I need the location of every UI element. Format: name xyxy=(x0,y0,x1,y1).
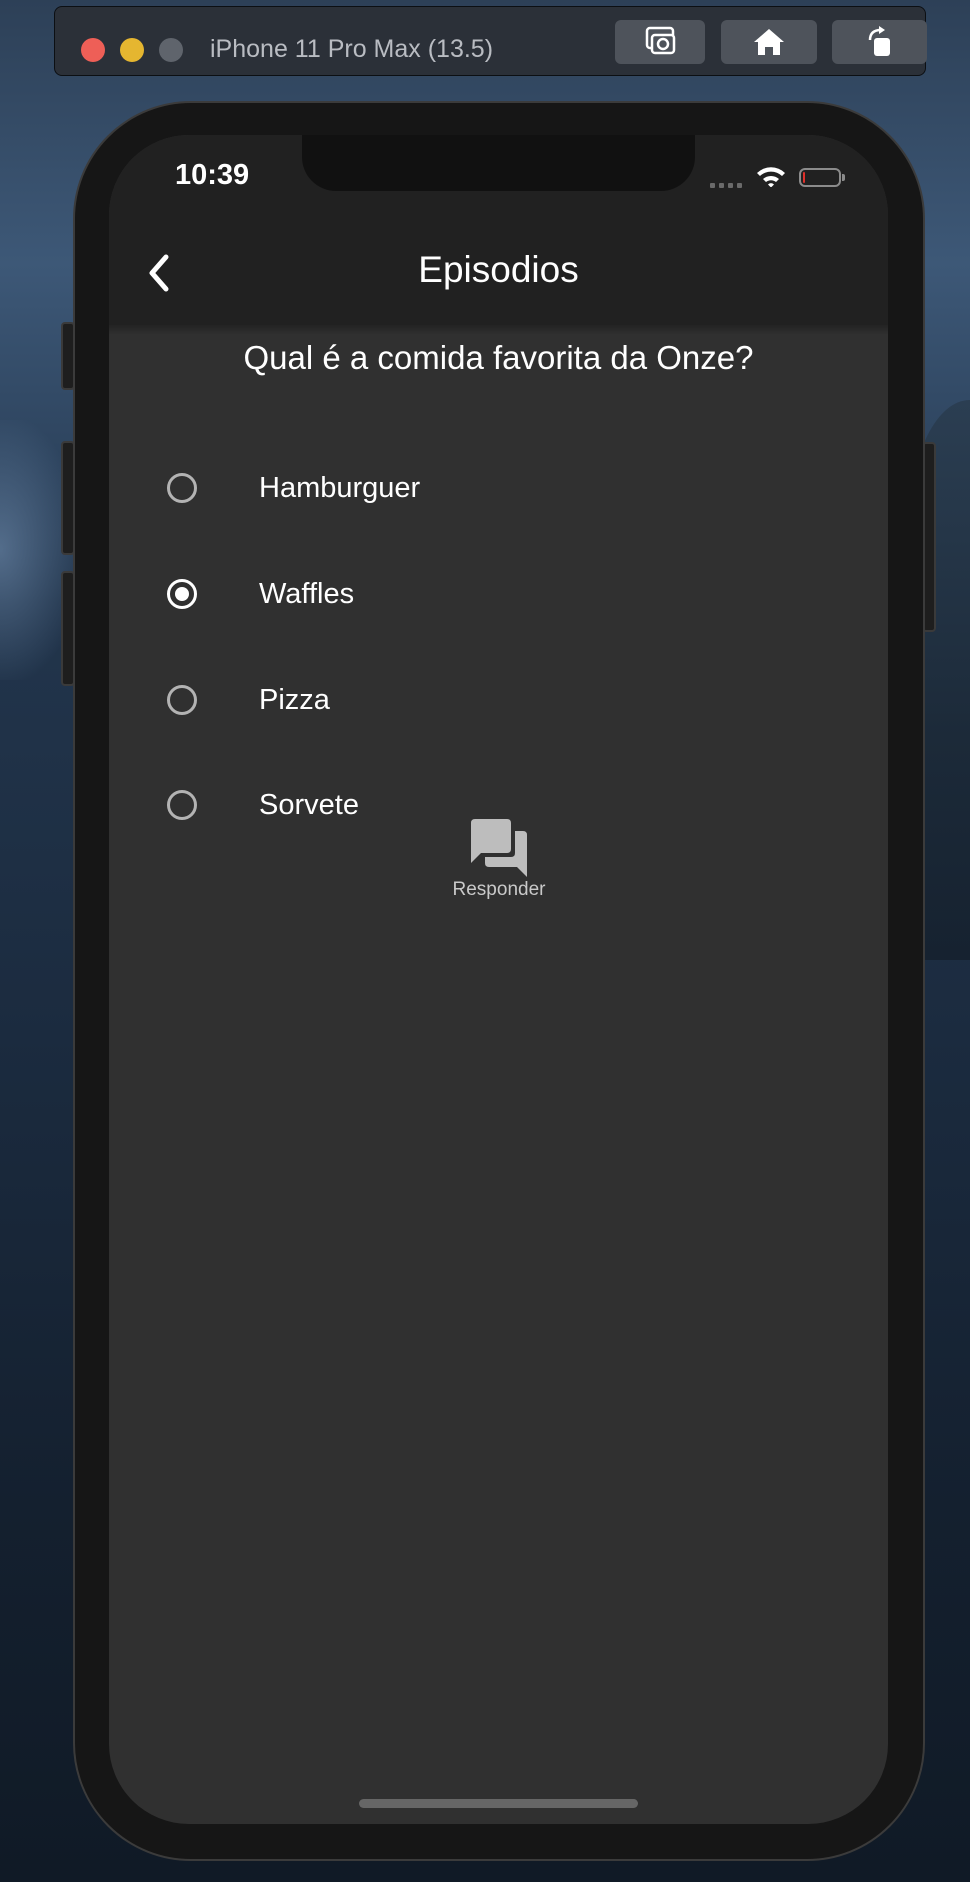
screenshot-button[interactable] xyxy=(615,20,705,64)
quiz-question: Qual é a comida favorita da Onze? xyxy=(243,339,754,376)
radio-button[interactable] xyxy=(167,790,197,820)
option-hamburguer[interactable]: Hamburguer xyxy=(139,445,829,531)
rotate-icon xyxy=(868,26,890,56)
rotate-button[interactable] xyxy=(832,20,927,64)
radio-button-selected[interactable] xyxy=(167,579,197,609)
home-button[interactable] xyxy=(721,20,817,64)
option-label: Hamburguer xyxy=(259,471,421,504)
battery-level xyxy=(803,172,805,183)
answer-button[interactable]: Responder xyxy=(433,815,565,915)
phone-screen: 10:39 Episodios Qual é a comida favorita… xyxy=(109,135,888,1824)
option-pizza[interactable]: Pizza xyxy=(139,657,829,743)
window-zoom-button[interactable] xyxy=(159,38,183,62)
simulator-title: iPhone 11 Pro Max (13.5) xyxy=(210,35,494,63)
option-label: Sorvete xyxy=(259,788,359,821)
simulator-toolbar: iPhone 11 Pro Max (13.5) xyxy=(54,6,927,76)
notch xyxy=(302,135,695,191)
question-answer-icon xyxy=(471,819,527,877)
option-label: Pizza xyxy=(259,683,330,716)
radio-button[interactable] xyxy=(167,685,197,715)
status-time: 10:39 xyxy=(175,159,250,191)
radio-button[interactable] xyxy=(167,473,197,503)
answer-button-label: Responder xyxy=(452,879,546,900)
window-close-button[interactable] xyxy=(81,38,105,62)
cellular-signal-icon xyxy=(710,183,742,188)
battery-icon xyxy=(799,168,845,187)
camera-icon xyxy=(645,26,676,55)
option-waffles[interactable]: Waffles xyxy=(139,551,829,637)
home-icon xyxy=(754,29,784,55)
home-indicator[interactable] xyxy=(359,1799,638,1808)
wifi-icon xyxy=(757,167,785,187)
window-minimize-button[interactable] xyxy=(120,38,144,62)
option-label: Waffles xyxy=(259,577,355,610)
page-title: Episodios xyxy=(418,249,579,290)
app-bar-shadow xyxy=(109,325,888,335)
